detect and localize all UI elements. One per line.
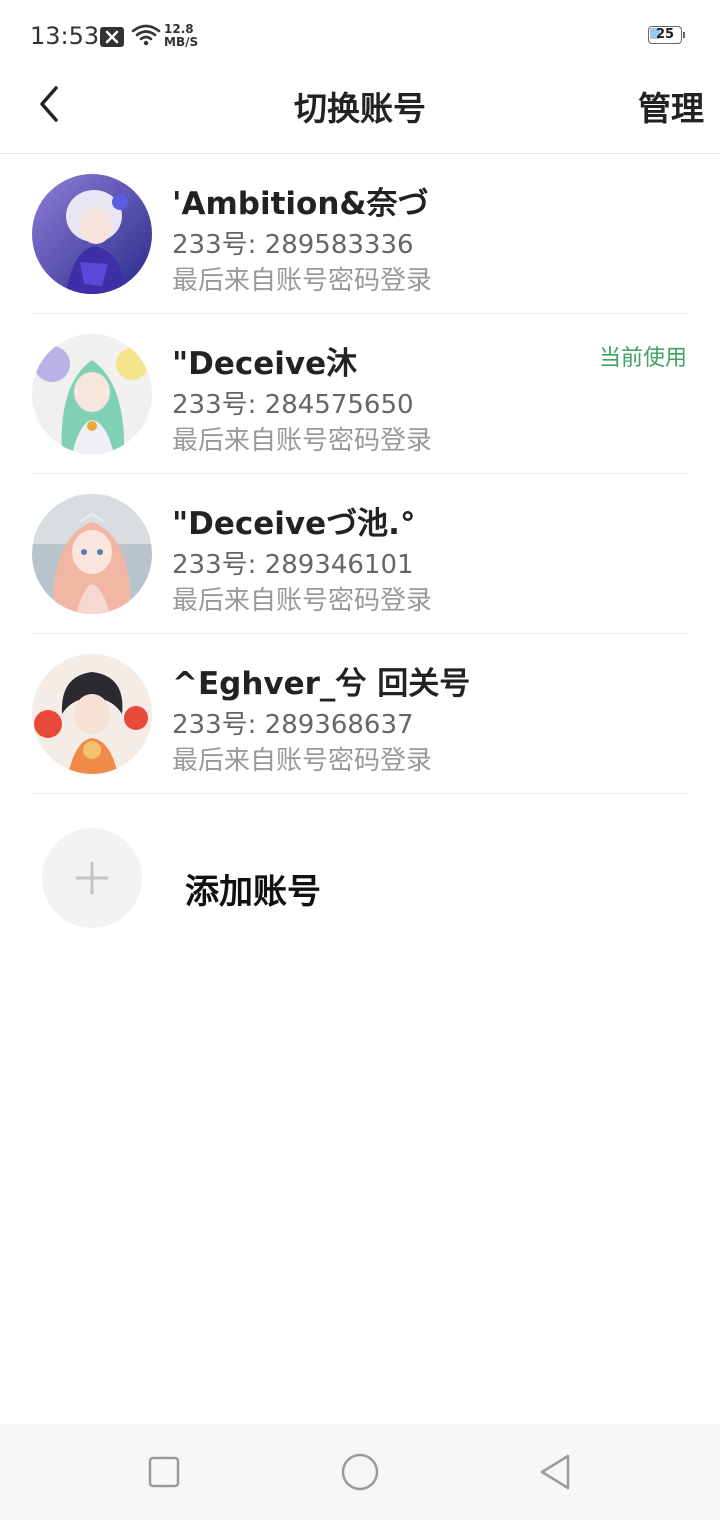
account-name: 'Ambition&奈づ [172,186,429,222]
account-id: 233号: 289583336 [172,230,414,260]
avatar [32,654,152,774]
avatar [32,174,152,294]
account-list: 'Ambition&奈づ 233号: 289583336 最后来自账号密码登录 … [0,154,720,794]
system-nav-bar [0,1424,720,1520]
account-id: 233号: 284575650 [172,390,414,420]
add-account-button[interactable]: 添加账号 [0,810,720,940]
account-item[interactable]: "Deceive沐 当前使用 233号: 284575650 最后来自账号密码登… [0,314,720,474]
avatar [32,334,152,454]
battery-icon: 25 [648,26,685,46]
back-triangle-icon[interactable] [534,1450,578,1494]
account-id: 233号: 289346101 [172,550,414,580]
account-item[interactable]: 'Ambition&奈づ 233号: 289583336 最后来自账号密码登录 [0,154,720,314]
account-name: "Deceive沐 [172,346,358,382]
account-id: 233号: 289368637 [172,710,414,740]
account-name: ^Eghver_兮 回关号 [172,666,471,702]
current-account-badge: 当前使用 [598,346,687,371]
page-title: 切换账号 [294,89,426,128]
net-speed-unit: MB/S [164,35,199,49]
account-login-method: 最后来自账号密码登录 [172,266,433,296]
account-item[interactable]: "Deceiveづ池.° 233号: 289346101 最后来自账号密码登录 [0,474,720,634]
network-speed: 12.8 MB/S [164,23,198,49]
add-account-label: 添加账号 [185,872,321,912]
battery-level: 25 [655,27,675,42]
status-time: 13:53 [30,22,100,50]
manage-button[interactable]: 管理 [638,82,704,130]
account-login-method: 最后来自账号密码登录 [172,426,433,456]
header: 切换账号 管理 [0,60,720,154]
account-name: "Deceiveづ池.° [172,506,416,542]
account-login-method: 最后来自账号密码登录 [172,746,433,776]
add-account-circle[interactable] [42,828,142,928]
recent-apps-icon[interactable] [142,1450,186,1494]
wifi-icon [131,24,161,46]
account-item[interactable]: ^Eghver_兮 回关号 233号: 289368637 最后来自账号密码登录 [0,634,720,794]
avatar [32,494,152,614]
divider [32,793,688,794]
notification-x-icon [100,27,124,47]
plus-icon [75,861,109,895]
account-login-method: 最后来自账号密码登录 [172,586,433,616]
home-icon[interactable] [338,1450,382,1494]
